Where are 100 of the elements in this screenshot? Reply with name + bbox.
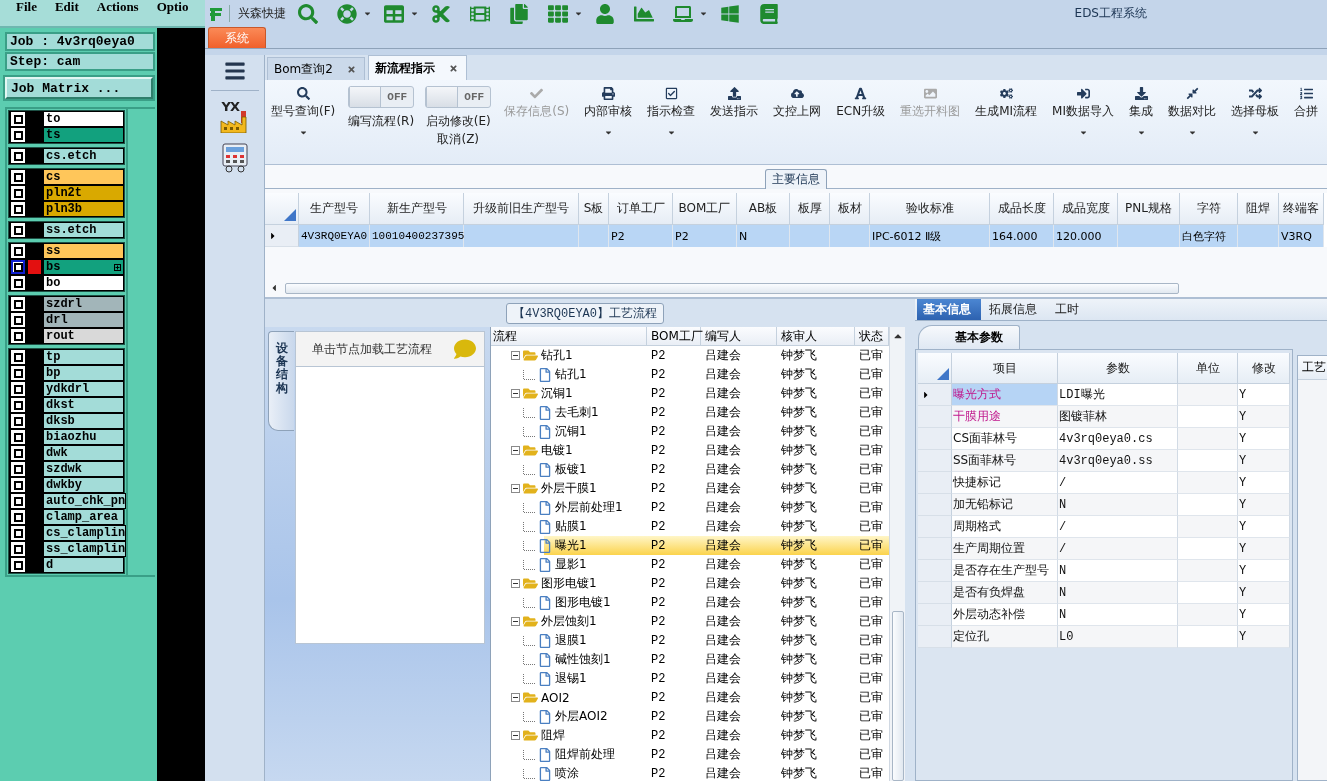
tree-node-label[interactable]: 碱性蚀刻1 <box>555 651 611 668</box>
toolbar-button[interactable]: ECN升级 <box>834 84 888 164</box>
book-icon[interactable] <box>759 3 779 24</box>
toolbar-button[interactable]: 文控上网 <box>771 84 824 164</box>
layer-name[interactable]: pln2t <box>43 185 124 201</box>
document-tab[interactable]: Bom查询2 <box>267 57 365 80</box>
layer-name[interactable]: ss <box>43 243 124 259</box>
column-header[interactable]: AB板 <box>737 193 790 225</box>
collapse-icon[interactable] <box>511 617 520 626</box>
column-header[interactable]: 成品宽度 <box>1054 193 1118 225</box>
tab[interactable]: 基本信息 <box>917 299 981 320</box>
layer-name[interactable]: dwk <box>43 445 124 461</box>
column-header[interactable]: 修改 <box>1238 353 1290 384</box>
caret-icon[interactable] <box>363 9 372 18</box>
toggle-switch[interactable]: OFF <box>348 86 415 108</box>
layer-name[interactable]: bp <box>43 365 124 381</box>
layer-name[interactable]: cs_clamplin <box>43 525 127 541</box>
menu-item[interactable]: Optio <box>156 0 189 13</box>
layer-name[interactable]: drl <box>43 312 124 328</box>
layer-name[interactable]: biaozhu <box>43 429 124 445</box>
layer-name[interactable]: cs <box>43 169 124 185</box>
tree-node-label[interactable]: 钻孔1 <box>555 366 587 383</box>
collapse-icon[interactable] <box>511 693 520 702</box>
toolbar-button[interactable]: 指示检查 <box>645 84 698 164</box>
document-tab[interactable]: 新流程指示 <box>367 55 467 80</box>
table-icon[interactable] <box>384 3 404 24</box>
tree-node-label[interactable]: 外层蚀刻1 <box>541 613 597 630</box>
layer-name[interactable]: ydkdrl <box>43 381 124 397</box>
tree-node-label[interactable]: 显影1 <box>555 556 587 573</box>
toggle-switch[interactable]: OFF <box>425 86 492 108</box>
tab[interactable]: 工时 <box>1049 299 1089 320</box>
collapse-icon[interactable] <box>511 579 520 588</box>
column-header[interactable]: PNL规格 <box>1118 193 1180 225</box>
layer-name[interactable]: pln3b <box>43 201 124 217</box>
job-matrix-button[interactable]: Job Matrix ... <box>5 77 153 99</box>
close-icon[interactable] <box>448 63 458 73</box>
subtab[interactable]: 基本参数 <box>918 325 1020 349</box>
tree-node-label[interactable]: 曝光1 <box>555 537 587 554</box>
copy-icon[interactable] <box>509 3 529 24</box>
tree-node-label[interactable]: 阻焊 <box>541 727 565 744</box>
layer-name[interactable]: szdrl <box>43 296 124 312</box>
tree-node-label[interactable]: 沉铜1 <box>541 385 573 402</box>
column-header[interactable]: 订单工厂 <box>609 193 673 225</box>
tree-node-label[interactable]: 贴膜1 <box>555 518 587 535</box>
toolbar-button[interactable]: 型号查询(F) <box>269 84 338 164</box>
column-header[interactable]: 阻焊 <box>1238 193 1279 225</box>
menu-icon[interactable] <box>223 60 246 82</box>
column-header[interactable]: BOM工厂 <box>647 327 701 345</box>
layer-name[interactable]: ss.etch <box>43 222 124 238</box>
layer-name[interactable]: dwkby <box>43 477 124 493</box>
tree-node-label[interactable]: 外层前处理1 <box>555 499 623 516</box>
column-header[interactable]: 参数 <box>1058 353 1178 384</box>
toolbar-button[interactable]: 合拼 <box>1292 84 1320 164</box>
column-header[interactable]: 板材 <box>830 193 870 225</box>
layer-name[interactable]: auto_chk_pn <box>43 493 127 509</box>
tree-node-label[interactable]: 图形电镀1 <box>541 575 597 592</box>
tree-node-label[interactable]: 阻焊前处理 <box>555 746 615 763</box>
column-header[interactable]: 生产型号 <box>299 193 370 225</box>
tree-node-label[interactable]: 电镀1 <box>541 442 573 459</box>
column-header[interactable]: S板 <box>579 193 609 225</box>
layer-name[interactable]: szdwk <box>43 461 124 477</box>
tree-node-label[interactable]: 图形电镀1 <box>555 594 611 611</box>
toolbar-button[interactable]: 生成MI流程 <box>973 84 1040 164</box>
collapse-icon[interactable] <box>511 484 520 493</box>
tree-node-label[interactable]: 沉铜1 <box>555 423 587 440</box>
scissors-icon[interactable] <box>431 3 451 24</box>
tree-node-label[interactable]: 去毛刺1 <box>555 404 599 421</box>
layer-name[interactable]: tp <box>43 349 124 365</box>
caret-icon[interactable] <box>574 9 583 18</box>
search-icon[interactable] <box>298 3 318 24</box>
layer-name[interactable]: dksb <box>43 413 124 429</box>
toolbar-button[interactable]: 数据对比 <box>1166 84 1218 164</box>
column-header[interactable]: 项目 <box>952 353 1058 384</box>
lifebuoy-icon[interactable] <box>337 3 357 24</box>
layer-checkbox[interactable] <box>11 260 25 274</box>
layer-name[interactable]: to <box>43 111 124 127</box>
tree-node-label[interactable]: 退膜1 <box>555 632 587 649</box>
toolbar-button[interactable]: 发送指示 <box>708 84 761 164</box>
layer-name[interactable]: bo <box>43 275 124 291</box>
close-icon[interactable] <box>346 64 356 74</box>
four-squares-icon[interactable] <box>720 3 740 24</box>
toolbar-button[interactable]: 选择母板 <box>1229 84 1281 164</box>
toolbar-button[interactable]: 集成 <box>1127 84 1155 164</box>
tree-node-label[interactable]: 喷涂 <box>555 765 579 781</box>
tree-node-label[interactable]: 退锡1 <box>555 670 587 687</box>
column-header[interactable]: 升级前旧生产型号 <box>464 193 579 225</box>
laptop-icon[interactable] <box>673 3 693 24</box>
column-header[interactable]: 板厚 <box>790 193 830 225</box>
collapse-icon[interactable] <box>511 389 520 398</box>
column-header[interactable]: 单位 <box>1178 353 1238 384</box>
column-header[interactable]: 流程 <box>491 327 647 345</box>
layer-name[interactable]: d <box>43 557 124 573</box>
toolbar-button[interactable]: 内部审核 <box>582 84 635 164</box>
layer-name[interactable]: ts <box>43 127 124 143</box>
tree-node-label[interactable]: 钻孔1 <box>541 347 573 364</box>
menu-item[interactable]: Actions <box>96 0 139 13</box>
column-header[interactable]: 验收标准 <box>870 193 990 225</box>
tree-node-label[interactable]: 板镀1 <box>555 461 587 478</box>
collapse-icon[interactable] <box>511 351 520 360</box>
layer-name[interactable]: clamp_area <box>43 509 124 525</box>
